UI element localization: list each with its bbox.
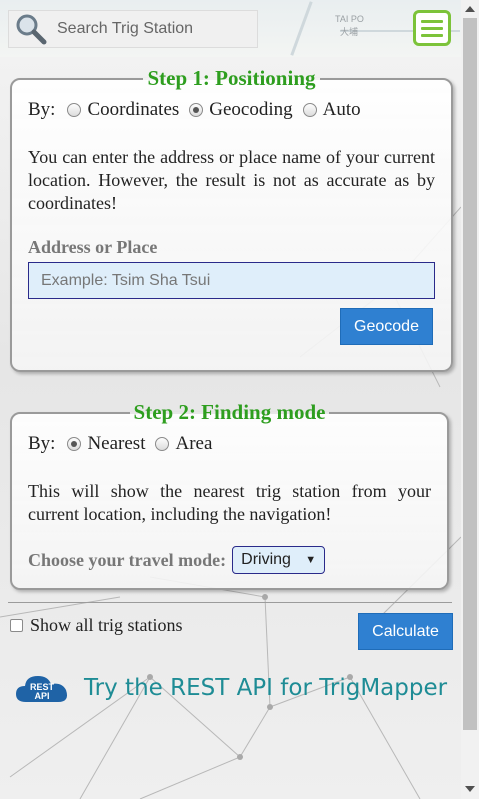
menu-icon-line [421,33,443,37]
rest-api-link-text[interactable]: Try the REST API for TrigMapper [84,675,447,701]
geocode-button[interactable]: Geocode [340,308,433,345]
radio-label: Coordinates [87,99,180,120]
show-all-label: Show all trig stations [30,615,183,635]
map-header: TAI PO 大埔 [0,0,461,57]
travel-mode-label: Choose your travel mode: [28,549,227,570]
map-label-tai-po: TAI PO [335,14,364,24]
radio-coordinates[interactable]: Coordinates [67,99,179,121]
divider [8,602,452,603]
radio-label: Geocoding [209,99,293,120]
radio-label: Nearest [87,433,146,454]
radio-button[interactable] [302,103,317,117]
search-icon[interactable] [13,11,49,47]
scrollbar[interactable] [461,0,479,799]
radio-button[interactable] [67,103,82,117]
chevron-down-icon: ▼ [305,554,317,566]
show-all-checkbox[interactable] [10,619,23,632]
address-label: Address or Place [28,237,158,257]
scroll-down-arrow-icon[interactable] [465,786,475,792]
scroll-thumb[interactable] [463,18,477,730]
radio-auto[interactable]: Auto [302,99,361,121]
scroll-up-arrow-icon[interactable] [465,6,475,12]
step1-description: You can enter the address or place name … [28,147,435,213]
address-input[interactable] [28,262,435,299]
rest-api-link[interactable]: REST API Try the REST API for TrigMapper [14,670,447,706]
search-box[interactable] [8,10,258,48]
radio-button[interactable] [155,437,170,451]
step2-title: Step 2: Finding mode [133,400,326,424]
radio-button[interactable] [67,437,82,451]
travel-mode-row: Choose your travel mode: Driving ▼ [28,546,431,574]
step2-description: This will show the nearest trig station … [28,481,431,524]
radio-nearest[interactable]: Nearest [67,433,145,455]
map-label-tai-po-chinese: 大埔 [340,27,359,37]
step2-panel: Step 2: Finding mode By: Nearest Area Th… [10,400,449,590]
radio-geocoding[interactable]: Geocoding [189,99,293,121]
radio-label: Auto [322,99,361,120]
radio-area[interactable]: Area [155,433,212,455]
finding-mode-options: By: Nearest Area [28,433,431,455]
svg-text:API: API [34,691,49,701]
menu-icon-line [421,19,443,23]
travel-mode-value: Driving [241,551,291,568]
menu-icon-line [421,26,443,30]
travel-mode-select[interactable]: Driving ▼ [232,546,326,574]
show-all-stations[interactable]: Show all trig stations [10,615,183,636]
by-label: By: [28,99,56,120]
step1-title: Step 1: Positioning [147,66,316,90]
search-input[interactable] [57,20,247,38]
rest-api-cloud-icon: REST API [16,676,67,702]
menu-button[interactable] [413,10,451,46]
by-label: By: [28,433,56,454]
positioning-options: By: Coordinates Geocoding Auto [28,99,435,121]
radio-button[interactable] [189,103,204,117]
calculate-button[interactable]: Calculate [358,613,453,650]
radio-label: Area [175,433,213,454]
